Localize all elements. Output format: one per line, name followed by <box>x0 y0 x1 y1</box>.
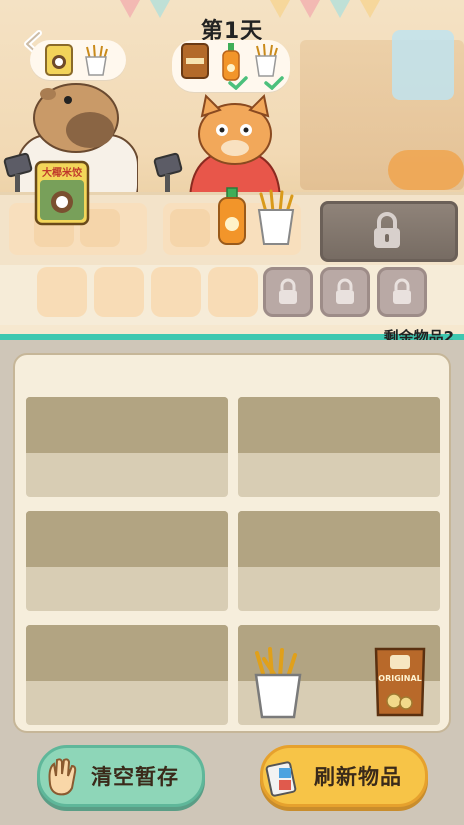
lock-icon <box>279 278 297 304</box>
hand-wave-icon <box>48 758 77 796</box>
temp-slot[interactable] <box>208 267 258 317</box>
original-chips-label: ORIGINAL <box>378 674 422 683</box>
clear-storage-label: 清空暂存 <box>91 765 179 789</box>
fries-icon <box>255 43 278 77</box>
locked-temp-slot[interactable] <box>377 267 427 317</box>
remaining-items-label: 剩余物品2 <box>383 328 454 340</box>
locked-temp-slot[interactable] <box>263 267 313 317</box>
original-chips-icon <box>181 43 209 79</box>
lock-icon <box>336 278 354 304</box>
clear-storage-button[interactable]: 清空暂存 <box>37 745 205 807</box>
storage-cell[interactable]: ORIGINAL <box>238 625 440 725</box>
temp-slot[interactable] <box>151 267 201 317</box>
right-order-bubble <box>172 40 290 92</box>
check-icon <box>228 76 248 90</box>
storage-cell[interactable] <box>238 397 440 497</box>
check-icon <box>264 76 284 90</box>
storage-cell[interactable] <box>26 511 228 611</box>
original-chips-item[interactable]: ORIGINAL <box>372 645 428 719</box>
coconut-chips-item[interactable]: 大椰米饺 <box>34 160 90 226</box>
temp-slot[interactable] <box>37 267 87 317</box>
left-order-bubble <box>30 40 126 80</box>
refresh-items-icon <box>265 761 297 797</box>
locked-temp-slot[interactable] <box>320 267 370 317</box>
refresh-items-label: 刷新物品 <box>314 765 402 789</box>
counter-slot[interactable] <box>170 209 210 247</box>
fries-item[interactable] <box>250 645 306 721</box>
refresh-items-button[interactable]: 刷新物品 <box>260 745 428 807</box>
background-oranges <box>388 150 464 190</box>
storage-cell[interactable] <box>26 397 228 497</box>
storage-cell[interactable] <box>26 625 228 725</box>
coconut-chips-label: 大椰米饺 <box>42 168 82 179</box>
lock-icon <box>374 212 400 248</box>
temp-slot[interactable] <box>94 267 144 317</box>
shop-scene: 第1天 大椰米饺 剩余物品2 <box>0 0 464 340</box>
storage-cell[interactable] <box>238 511 440 611</box>
storage-panel: ORIGINAL <box>13 353 451 733</box>
lock-icon <box>393 278 411 304</box>
locked-counter-board[interactable] <box>320 201 458 262</box>
fries-item[interactable] <box>254 188 298 246</box>
orange-juice-item[interactable] <box>215 186 249 246</box>
coconut-chips-icon <box>45 44 73 76</box>
fries-icon <box>85 44 108 76</box>
